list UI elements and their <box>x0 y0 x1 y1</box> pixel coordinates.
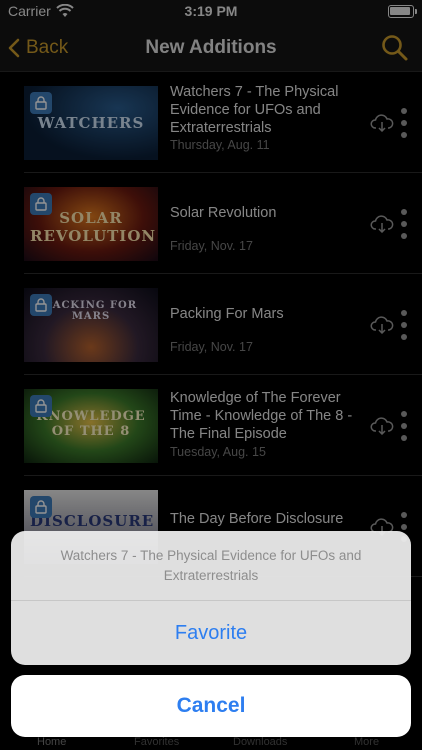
favorite-button[interactable]: Favorite <box>11 601 411 665</box>
action-sheet: Watchers 7 - The Physical Evidence for U… <box>11 531 411 665</box>
cancel-button[interactable]: Cancel <box>11 675 411 737</box>
action-sheet-message: Watchers 7 - The Physical Evidence for U… <box>11 531 411 601</box>
